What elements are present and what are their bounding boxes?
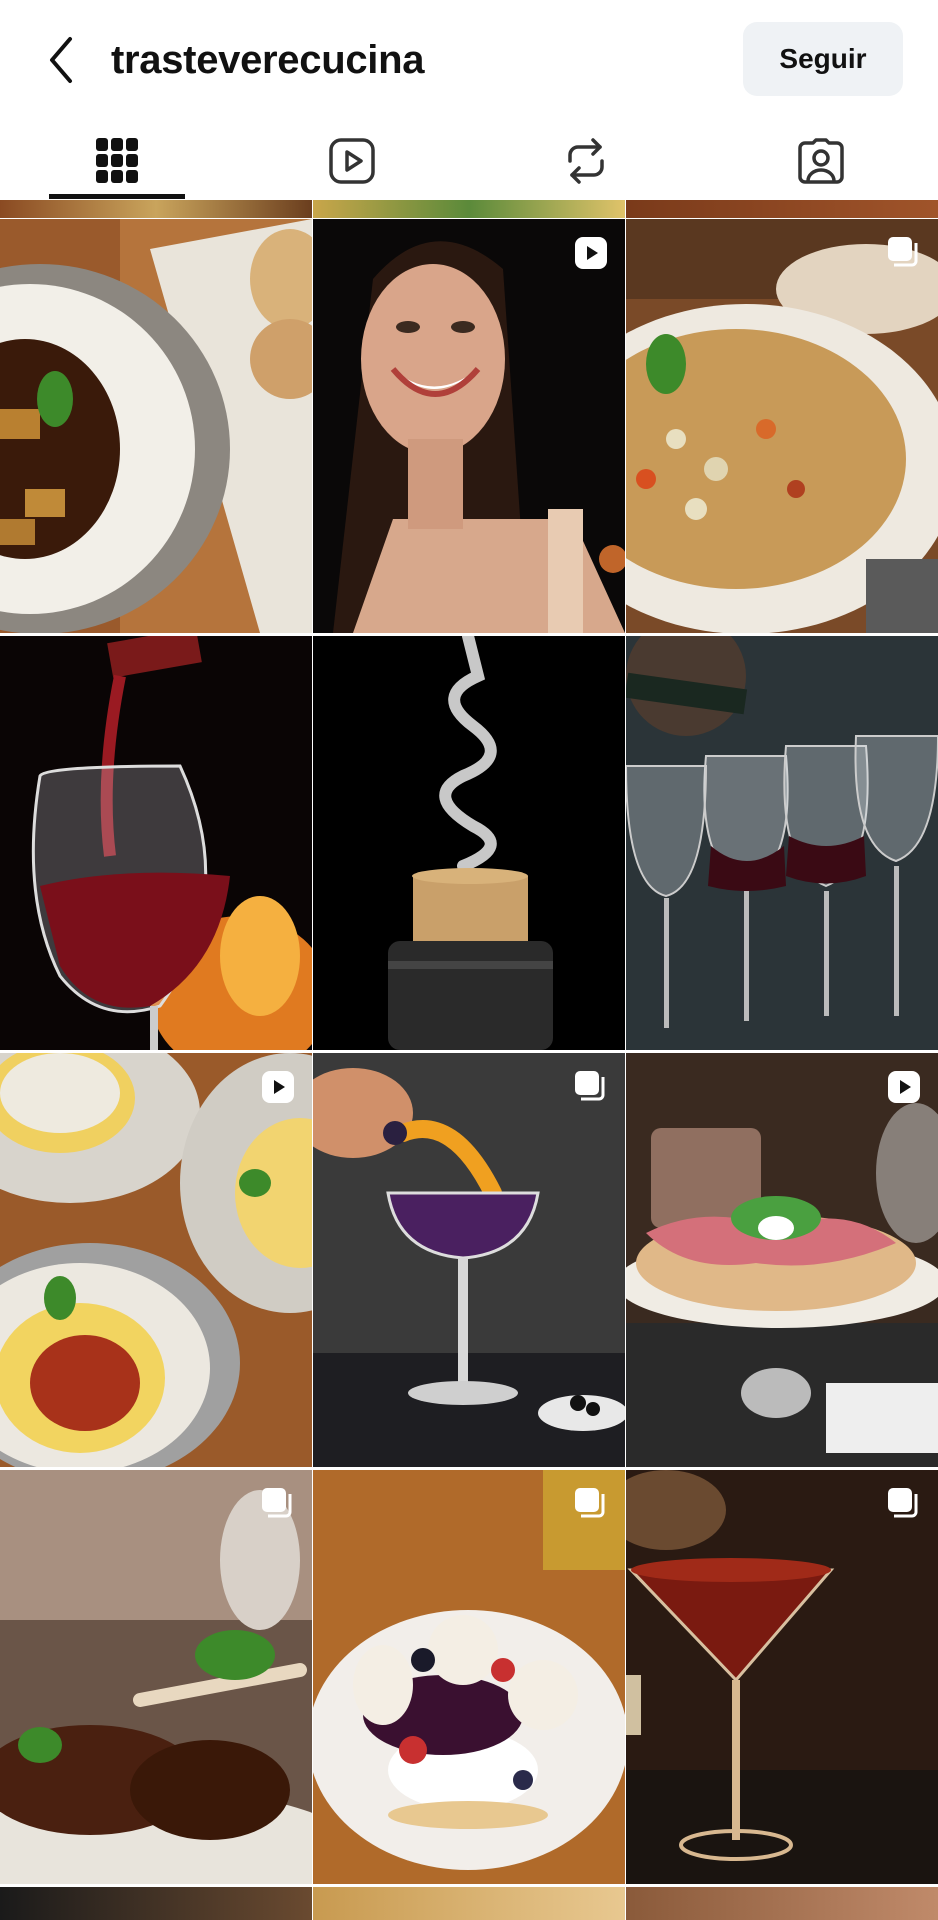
chevron-left-icon [50,37,72,83]
polenta-plates-image [0,1053,312,1467]
smiling-woman-image [313,219,625,633]
carousel-icon [888,237,918,267]
tab-grid[interactable] [0,120,235,202]
profile-username: trasteverecucina [111,38,425,82]
post-thumbnail-partial[interactable] [313,200,625,218]
lamb-chops-image [0,1470,312,1884]
post-thumbnail[interactable] [626,219,938,633]
carousel-icon [262,1488,292,1518]
carousel-icon [575,1488,605,1518]
tab-reposts[interactable] [469,120,704,202]
prosciutto-pizza-image [626,1053,938,1467]
red-wine-pour-image [0,636,312,1050]
tab-reels[interactable] [235,120,470,202]
post-thumbnail-partial[interactable] [0,1887,312,1920]
post-thumbnail-partial[interactable] [313,1887,625,1920]
reel-icon [575,237,607,269]
post-thumbnail[interactable] [313,1053,625,1467]
repost-icon [568,138,604,184]
post-thumbnail-partial[interactable] [0,200,312,218]
active-tab-indicator [49,194,185,199]
post-thumbnail-partial[interactable] [626,200,938,218]
post-thumbnail[interactable] [626,1470,938,1884]
follow-button[interactable]: Seguir [743,22,903,96]
post-thumbnail[interactable] [313,636,625,1050]
tagged-user-icon [798,138,844,184]
profile-header: trasteverecucina Seguir [0,0,938,120]
carousel-icon [575,1071,605,1101]
post-thumbnail[interactable] [0,1470,312,1884]
post-thumbnail[interactable] [626,1053,938,1467]
posts-grid [0,200,938,1920]
tortellini-broth-image [0,219,312,633]
corkscrew-image [313,636,625,1050]
post-thumbnail[interactable] [313,1470,625,1884]
post-thumbnail[interactable] [0,1053,312,1467]
reels-icon [329,138,375,184]
post-thumbnail[interactable] [626,636,938,1050]
martini-cocktail-image [626,1470,938,1884]
cocktail-garnish-image [313,1053,625,1467]
tab-tagged[interactable] [704,120,938,202]
back-button[interactable] [36,30,86,90]
grid-icon [96,138,139,183]
wine-glasses-image [626,636,938,1050]
profile-tabs [0,120,938,202]
post-thumbnail-partial[interactable] [626,1887,938,1920]
minestrone-soup-image [626,219,938,633]
reel-icon [262,1071,294,1103]
post-thumbnail[interactable] [0,636,312,1050]
post-thumbnail[interactable] [313,219,625,633]
dessert-plate-image [313,1470,625,1884]
post-thumbnail[interactable] [0,219,312,633]
carousel-icon [888,1488,918,1518]
reel-icon [888,1071,920,1103]
